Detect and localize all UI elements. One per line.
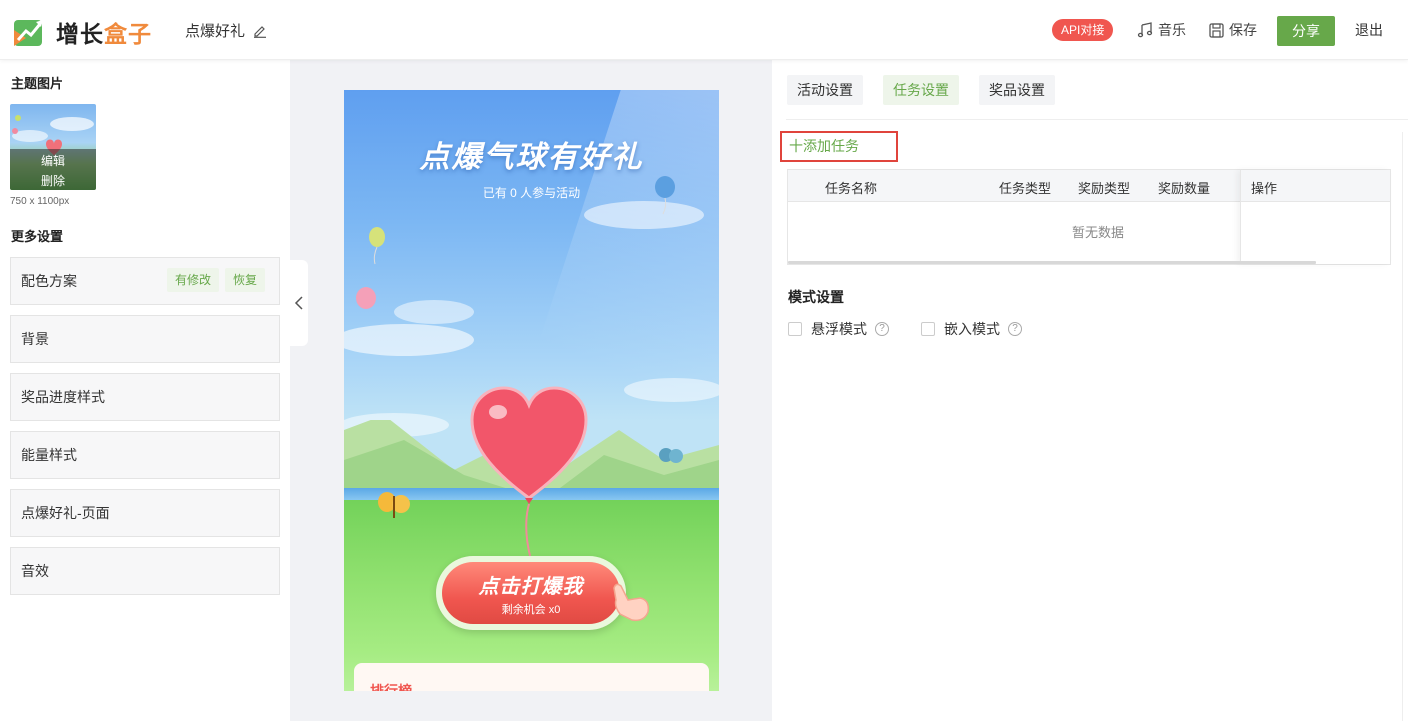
heart-balloon-icon[interactable]: [468, 386, 590, 561]
setting-item-label: 点爆好礼-页面: [21, 505, 110, 521]
column-task-type: 任务类型: [999, 181, 1052, 196]
music-label: 音乐: [1158, 22, 1186, 38]
logo-icon: [14, 20, 43, 46]
question-mark-icon[interactable]: ?: [1008, 322, 1022, 336]
pop-balloon-button-inner: 点击打爆我 剩余机会 x0: [442, 562, 620, 624]
panel-edge-line: [1402, 132, 1403, 721]
tab-activity-settings[interactable]: 活动设置: [787, 75, 863, 105]
top-bar: 增长盒子 点爆好礼 API对接 音乐 保存 分享 退出: [0, 0, 1408, 60]
table-horizontal-scrollbar[interactable]: [788, 261, 1316, 264]
music-note-icon: [1137, 22, 1153, 38]
document-title[interactable]: 点爆好礼: [185, 20, 267, 41]
more-settings-title: 更多设置: [11, 229, 64, 244]
floating-mode-option[interactable]: 悬浮模式 ?: [788, 319, 889, 339]
thumbnail-edit-button[interactable]: 编辑: [10, 152, 96, 169]
setting-item-label: 背景: [21, 331, 49, 347]
music-button[interactable]: 音乐: [1137, 20, 1186, 40]
logo-text: 增长盒子: [56, 21, 152, 47]
blue-butterfly-icon: [659, 448, 683, 463]
tab-task-settings[interactable]: 任务设置: [883, 75, 959, 105]
theme-image-title: 主题图片: [11, 76, 64, 91]
column-reward-type: 奖励类型: [1078, 181, 1131, 196]
column-operation: 操作: [1251, 181, 1278, 196]
tab-divider: [786, 119, 1408, 120]
setting-page[interactable]: 点爆好礼-页面: [10, 489, 280, 537]
chevron-left-icon: [294, 296, 303, 310]
pointing-hand-icon: [613, 583, 650, 622]
setting-item-label: 能量样式: [21, 447, 77, 463]
thumbnail-delete-button[interactable]: 删除: [10, 172, 96, 189]
yellow-balloon-icon: [369, 227, 385, 265]
mode-settings-title: 模式设置: [788, 289, 844, 305]
tab-prize-settings[interactable]: 奖品设置: [979, 75, 1055, 105]
logo[interactable]: 增长盒子: [12, 15, 152, 49]
embedded-mode-option[interactable]: 嵌入模式 ?: [921, 319, 1022, 339]
column-reward-amount: 奖励数量: [1158, 181, 1211, 196]
setting-color-scheme[interactable]: 配色方案 有修改 恢复: [10, 257, 280, 305]
restore-button[interactable]: 恢复: [225, 268, 266, 292]
leaderboard-title: 排行榜: [370, 683, 412, 691]
share-button[interactable]: 分享: [1277, 16, 1335, 46]
modified-tag: 有修改: [167, 268, 220, 292]
operation-column: 操作: [1240, 170, 1390, 264]
column-task-name: 任务名称: [825, 181, 878, 196]
setting-item-label: 音效: [21, 563, 49, 579]
exit-button[interactable]: 退出: [1355, 20, 1383, 40]
preview-area: 点爆气球有好礼 已有 0 人参与活动 点击打爆我 剩余机会 x0 排行榜: [290, 60, 772, 721]
document-title-text: 点爆好礼: [185, 23, 246, 40]
save-button[interactable]: 保存: [1209, 20, 1257, 40]
save-label: 保存: [1229, 22, 1257, 38]
left-settings-panel: 主题图片 编辑 删除 750 x 1100px 更多设置 配色方案 有修改 恢复…: [0, 60, 290, 721]
setting-item-label: 奖品进度样式: [21, 389, 105, 405]
floating-mode-checkbox[interactable]: [788, 322, 802, 336]
add-task-button[interactable]: 十添加任务: [780, 131, 898, 162]
floating-mode-label: 悬浮模式: [811, 321, 867, 337]
participant-count: 已有 0 人参与活动: [482, 186, 581, 200]
question-mark-icon[interactable]: ?: [875, 322, 889, 336]
hero-title: 点爆气球有好礼: [419, 141, 644, 174]
setting-item-label: 配色方案: [21, 273, 77, 289]
api-badge[interactable]: API对接: [1052, 19, 1114, 41]
setting-background[interactable]: 背景: [10, 315, 280, 363]
embedded-mode-checkbox[interactable]: [921, 322, 935, 336]
embedded-mode-label: 嵌入模式: [944, 321, 1000, 337]
save-icon: [1209, 22, 1224, 38]
remaining-chances: 剩余机会 x0: [501, 604, 561, 616]
setting-prize-progress-style[interactable]: 奖品进度样式: [10, 373, 280, 421]
pink-balloon-icon: [356, 287, 376, 309]
collapse-panel-button[interactable]: [290, 260, 308, 346]
pop-balloon-label: 点击打爆我: [478, 576, 584, 598]
leaderboard-card: 排行榜: [354, 663, 709, 691]
right-config-panel: 活动设置 任务设置 奖品设置 十添加任务 任务名称 任务类型 奖励类型 奖励数量…: [772, 60, 1408, 721]
task-table: 任务名称 任务类型 奖励类型 奖励数量 暂无数据 操作: [787, 169, 1391, 265]
setting-sound-effects[interactable]: 音效: [10, 547, 280, 595]
pencil-icon[interactable]: [253, 24, 267, 38]
setting-energy-style[interactable]: 能量样式: [10, 431, 280, 479]
thumbnail-size-hint: 750 x 1100px: [10, 196, 70, 207]
theme-image-thumbnail[interactable]: 编辑 删除: [10, 104, 96, 190]
pop-balloon-button[interactable]: 点击打爆我 剩余机会 x0: [436, 556, 626, 630]
phone-preview: 点爆气球有好礼 已有 0 人参与活动 点击打爆我 剩余机会 x0 排行榜: [344, 90, 719, 691]
butterfly-icon: [378, 492, 410, 518]
